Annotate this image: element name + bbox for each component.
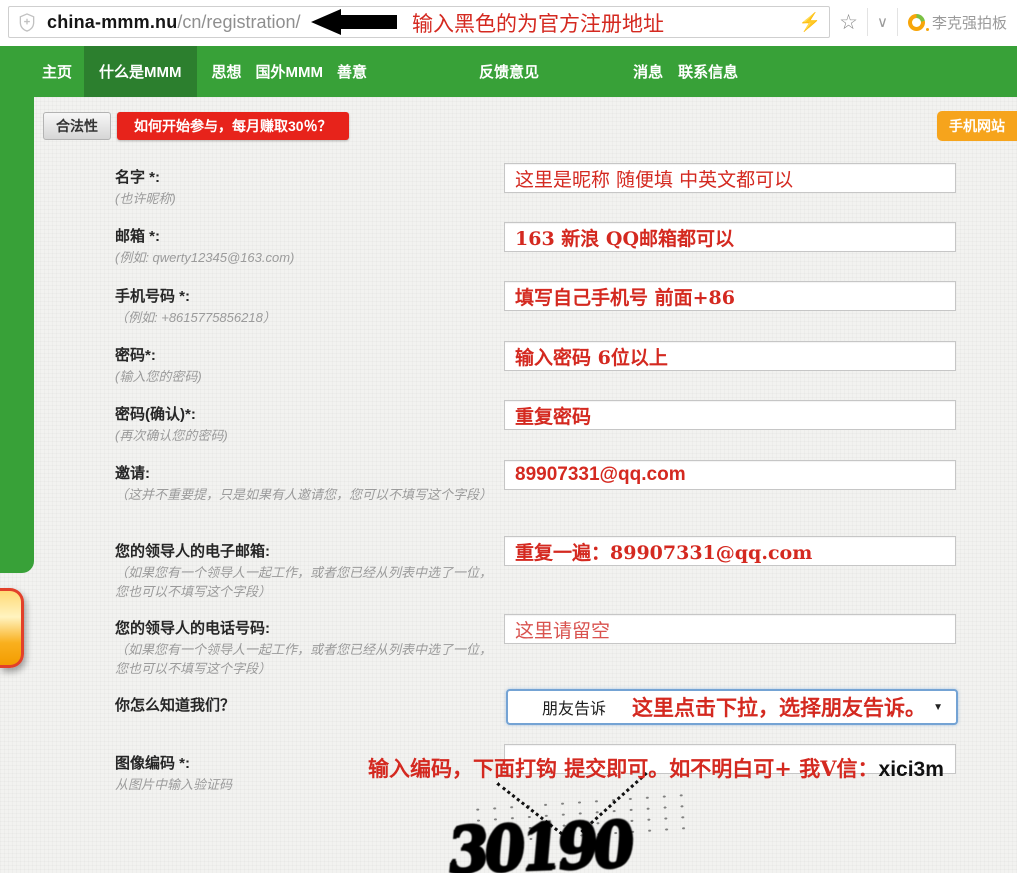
name-field[interactable] xyxy=(504,163,956,193)
leader-email-label: 您的领导人的电子邮箱: xyxy=(115,540,500,561)
captcha-code: 30190 xyxy=(445,807,633,873)
chevron-down-icon[interactable]: ∨ xyxy=(868,15,897,30)
password-field[interactable] xyxy=(504,341,956,371)
leader-email-field[interactable] xyxy=(504,536,956,566)
captcha-image: 30190 xyxy=(430,797,760,873)
how-to-join-banner-button[interactable]: 如何开始参与，每月赚取30％？ xyxy=(117,112,349,140)
dropdown-caret-icon: ▼ xyxy=(933,702,943,713)
invite-field[interactable] xyxy=(504,460,956,490)
browser-bar: china-mmm.nu/cn/registration/ 输入黑色的为官方注册… xyxy=(0,0,1017,46)
nav-item-foreign-mmm[interactable]: 国外MMM xyxy=(256,61,324,82)
phone-field[interactable] xyxy=(504,281,956,311)
leader-phone-label: 您的领导人的电话号码: xyxy=(115,617,500,638)
password-confirm-hint: (再次确认您的密码) xyxy=(115,427,500,446)
url-path: /cn/registration/ xyxy=(177,12,300,33)
nav-item-goodwill[interactable]: 善意 xyxy=(337,61,367,82)
opera-news-icon[interactable] xyxy=(908,14,925,31)
how-know-us-label: 你怎么知道我们？ xyxy=(115,694,500,715)
nav-item-ideology[interactable]: 思想 xyxy=(212,61,242,82)
sidebar-strip xyxy=(0,97,34,573)
bookmark-star-icon[interactable]: ☆ xyxy=(830,12,867,33)
selected-option: 朋友告诉 xyxy=(542,695,606,719)
how-know-us-labels: 你怎么知道我们？ xyxy=(115,694,500,715)
news-headline[interactable]: 李克强拍板 xyxy=(932,12,1011,33)
annotation-arrow-icon xyxy=(311,9,397,35)
how-know-us-select[interactable]: 朋友告诉 这里点击下拉，选择朋友告诉。 ▼ xyxy=(506,689,958,725)
nav-item-what-is-mmm[interactable]: 什么是MMM xyxy=(84,46,197,97)
captcha-annotation-wechat-id: xici3m xyxy=(879,758,944,781)
lightning-icon[interactable]: ⚡ xyxy=(790,13,830,31)
password-confirm-label: 密码(确认)*: xyxy=(115,403,500,424)
password-field-labels: 密码*: (输入您的密码) xyxy=(115,344,500,387)
email-field[interactable] xyxy=(504,222,956,252)
name-field-labels: 名字 *: (也许昵称) xyxy=(115,166,500,209)
divider xyxy=(897,8,898,36)
dropdown-annotation: 这里点击下拉，选择朋友告诉。 xyxy=(632,692,926,722)
password-hint: (输入您的密码) xyxy=(115,368,500,387)
invite-label: 邀请: xyxy=(115,462,500,483)
main-content: 合法性 如何开始参与，每月赚取30％？ 手机网站 名字 *: (也许昵称) 邮箱… xyxy=(0,97,1017,873)
mobile-site-button[interactable]: 手机网站 xyxy=(937,111,1017,141)
nav-item-home[interactable]: 主页 xyxy=(42,61,72,82)
main-nav: 主页 什么是MMM 思想 国外MMM 善意 反馈意见 消息 联系信息 xyxy=(0,46,1017,97)
browser-toolbar-icons: ⚡ ☆ ∨ 李克强拍板 xyxy=(790,0,1011,44)
password-label: 密码*: xyxy=(115,344,500,365)
email-hint: (例如: qwerty12345@163.com) xyxy=(115,249,500,268)
page: china-mmm.nu/cn/registration/ 输入黑色的为官方注册… xyxy=(0,0,1017,873)
name-label: 名字 *: xyxy=(115,166,500,187)
captcha-annotation-red: 输入编码，下面打钩 提交即可。如不明白可+ 我V信： xyxy=(368,756,879,781)
password-confirm-field[interactable] xyxy=(504,400,956,430)
email-field-labels: 邮箱 *: (例如: qwerty12345@163.com) xyxy=(115,225,500,268)
leader-phone-hint: （如果您有一个领导人一起工作，或者您已经从列表中选了一位，您也可以不填写这个字段… xyxy=(115,641,500,679)
name-hint: (也许昵称) xyxy=(115,190,500,209)
url-annotation: 输入黑色的为官方注册地址 xyxy=(412,8,664,38)
invite-hint: （这并不重要提，只是如果有人邀请您，您可以不填写这个字段） xyxy=(115,486,500,505)
phone-label: 手机号码 *: xyxy=(115,285,500,306)
url-domain: china-mmm.nu xyxy=(47,12,177,33)
leader-email-hint: （如果您有一个领导人一起工作，或者您已经从列表中选了一位，您也可以不填写这个字段… xyxy=(115,564,500,602)
site-info-icon[interactable] xyxy=(18,13,36,32)
captcha-annotation: 输入编码，下面打钩 提交即可。如不明白可+ 我V信：xici3m xyxy=(368,753,944,783)
invite-field-labels: 邀请: （这并不重要提，只是如果有人邀请您，您可以不填写这个字段） xyxy=(115,462,500,505)
nav-item-feedback[interactable]: 反馈意见 xyxy=(479,61,539,82)
legality-button[interactable]: 合法性 xyxy=(43,112,111,140)
phone-hint: （例如: +8615775856218） xyxy=(115,309,500,328)
nav-item-contact[interactable]: 联系信息 xyxy=(678,61,738,82)
floating-service-tab[interactable] xyxy=(0,588,24,668)
password-confirm-field-labels: 密码(确认)*: (再次确认您的密码) xyxy=(115,403,500,446)
leader-phone-field[interactable] xyxy=(504,614,956,644)
leader-phone-field-labels: 您的领导人的电话号码: （如果您有一个领导人一起工作，或者您已经从列表中选了一位… xyxy=(115,617,500,679)
leader-email-field-labels: 您的领导人的电子邮箱: （如果您有一个领导人一起工作，或者您已经从列表中选了一位… xyxy=(115,540,500,602)
phone-field-labels: 手机号码 *: （例如: +8615775856218） xyxy=(115,285,500,328)
nav-item-messages[interactable]: 消息 xyxy=(633,61,663,82)
email-label: 邮箱 *: xyxy=(115,225,500,246)
